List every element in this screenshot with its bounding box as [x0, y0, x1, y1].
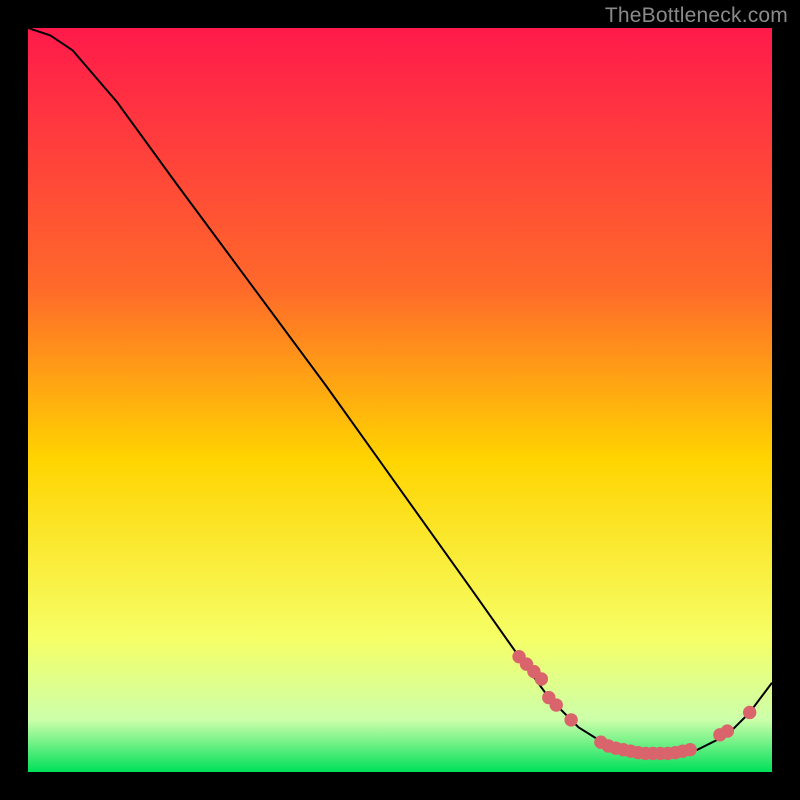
data-marker [564, 713, 577, 726]
watermark-text: TheBottleneck.com [605, 4, 788, 28]
data-marker [683, 743, 696, 756]
chart-plot [28, 28, 772, 772]
data-marker [743, 706, 756, 719]
data-marker [550, 698, 563, 711]
plot-background [28, 28, 772, 772]
data-marker [721, 724, 734, 737]
data-marker [535, 672, 548, 685]
chart-frame: TheBottleneck.com [0, 0, 800, 800]
